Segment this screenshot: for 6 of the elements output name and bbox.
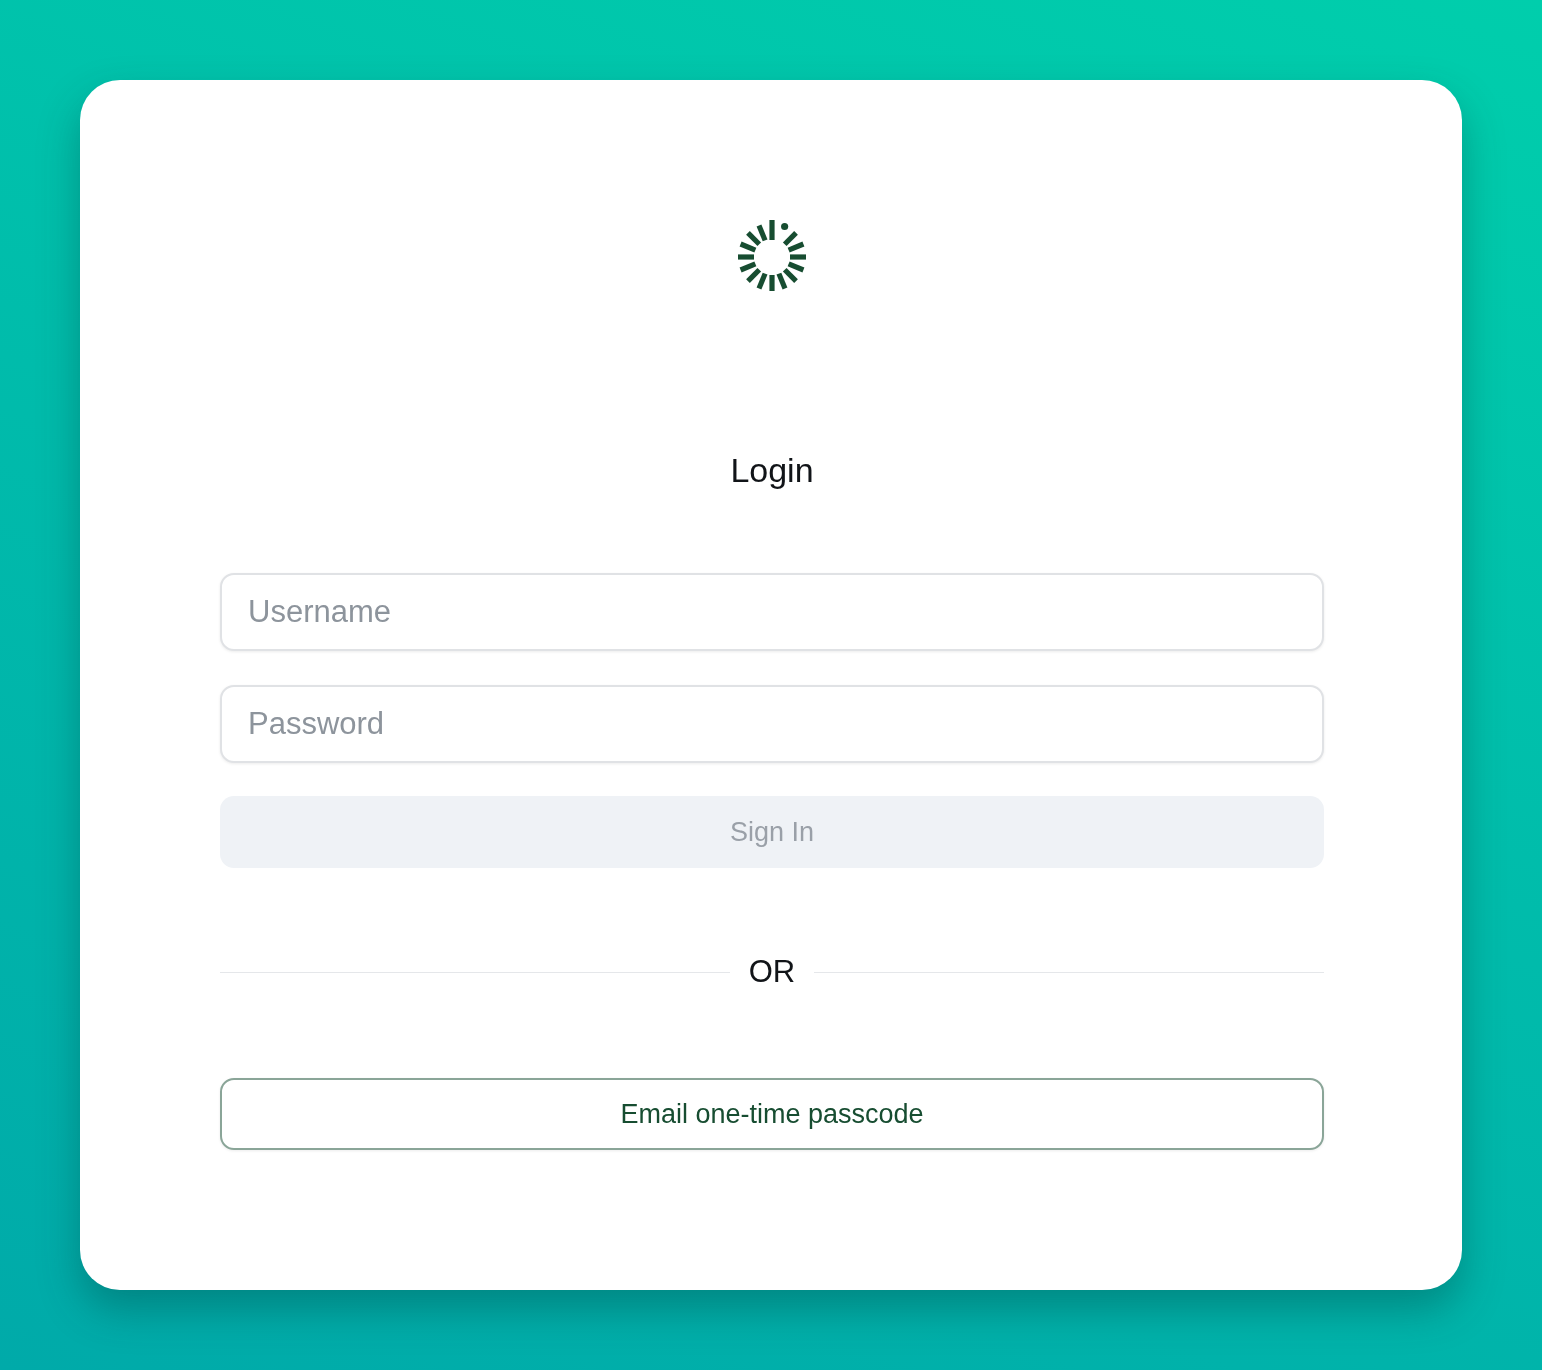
sunburst-logo-icon: [735, 220, 809, 294]
or-divider-label: OR: [748, 953, 796, 991]
login-title: Login: [730, 450, 814, 491]
text-input-field[interactable]: Username: [220, 573, 1324, 651]
email-passcode-button[interactable]: Email one-time passcode: [220, 1078, 1324, 1150]
text-input-field[interactable]: Password: [220, 685, 1324, 763]
